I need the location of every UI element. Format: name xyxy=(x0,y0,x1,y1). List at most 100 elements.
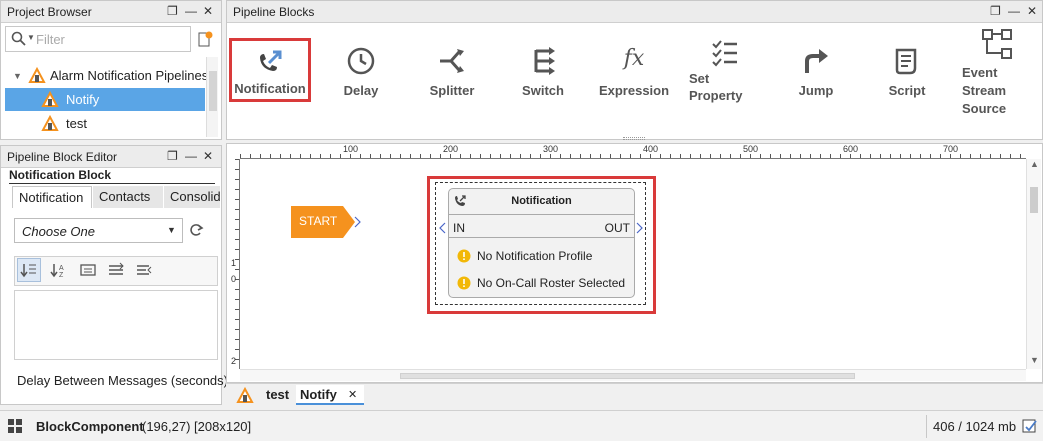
block-label: Notification xyxy=(234,81,306,96)
tree-item-label: test xyxy=(66,116,87,131)
ruler-label: 100 xyxy=(343,144,359,154)
notification-block[interactable]: Notification IN OUT No Notification Prof… xyxy=(448,188,635,298)
minimize-icon[interactable]: — xyxy=(185,149,197,163)
jump-arrow-icon xyxy=(801,46,831,76)
tree-expand-icon[interactable]: ▼ xyxy=(13,71,22,81)
warning-icon xyxy=(457,249,471,263)
block-title: Notification xyxy=(511,195,572,207)
pipeline-blocks-title: Pipeline Blocks xyxy=(233,5,315,19)
block-editor-header: Pipeline Block Editor ❐ — ✕ xyxy=(1,146,221,168)
phone-arrow-icon xyxy=(255,49,285,77)
block-label: Event Stream Source xyxy=(962,65,1007,116)
scroll-up-icon[interactable]: ▲ xyxy=(1030,159,1039,169)
canvas-vscrollbar[interactable]: ▲ ▼ xyxy=(1026,159,1041,369)
in-label: IN xyxy=(453,221,465,235)
tab-test[interactable]: test xyxy=(266,387,289,402)
pipeline-blocks-header: Pipeline Blocks ❐ — ✕ xyxy=(227,1,1042,23)
svg-text:Z: Z xyxy=(59,272,64,279)
status-divider xyxy=(926,415,927,438)
new-item-icon[interactable] xyxy=(197,30,213,48)
search-icon xyxy=(11,31,27,47)
out-port[interactable] xyxy=(636,222,644,234)
ruler-label: 600 xyxy=(843,144,859,154)
block-set-property-button[interactable]: Set Property xyxy=(684,26,766,103)
project-browser-header: Project Browser ❐ — ✕ xyxy=(1,1,221,23)
block-expression-button[interactable]: fx Expression xyxy=(593,26,675,100)
project-browser-title: Project Browser xyxy=(7,5,92,19)
start-label: START xyxy=(299,214,338,228)
block-script-button[interactable]: Script xyxy=(866,26,948,100)
block-notification-button[interactable]: Notification xyxy=(229,38,311,102)
close-icon[interactable]: ✕ xyxy=(348,388,357,401)
minimize-icon[interactable]: — xyxy=(1008,4,1020,18)
tree-item-label: Notify xyxy=(66,92,100,107)
close-icon[interactable]: ✕ xyxy=(203,149,213,163)
chevron-down-icon: ▼ xyxy=(167,225,176,235)
panel-resize-grip[interactable] xyxy=(623,137,645,140)
minimize-icon[interactable]: — xyxy=(185,4,197,18)
filter-placeholder: Filter xyxy=(36,32,65,47)
block-switch-button[interactable]: Switch xyxy=(502,26,584,100)
warning-icon xyxy=(457,276,471,290)
tab-contacts[interactable]: Contacts xyxy=(93,186,163,208)
close-icon[interactable]: ✕ xyxy=(1027,4,1037,18)
block-label: Delay xyxy=(343,83,379,98)
start-block[interactable]: START xyxy=(291,206,355,238)
memory-icon[interactable] xyxy=(1022,418,1038,434)
warning-text: No Notification Profile xyxy=(477,249,593,263)
tree-item-notify[interactable]: Notify xyxy=(5,88,205,111)
checklist-icon xyxy=(710,38,740,68)
description-icon[interactable] xyxy=(78,260,98,280)
warning-row: No Notification Profile xyxy=(457,247,632,267)
fx-icon: fx xyxy=(623,46,645,71)
expand-all-icon[interactable] xyxy=(106,260,126,280)
tab-notify[interactable]: Notify ✕ xyxy=(296,385,364,405)
restore-icon[interactable]: ❐ xyxy=(167,4,178,18)
vruler-label: 1 xyxy=(231,258,237,268)
start-output-port[interactable] xyxy=(354,216,362,228)
tree-root-label[interactable]: Alarm Notification Pipelines xyxy=(50,68,208,83)
restore-icon[interactable]: ❐ xyxy=(167,149,178,163)
block-editor-title: Pipeline Block Editor xyxy=(7,150,118,164)
block-header: Notification xyxy=(449,189,634,215)
block-label: Expression xyxy=(598,83,670,98)
filter-input[interactable]: ▼ Filter xyxy=(5,26,191,52)
splitter-icon xyxy=(437,46,467,76)
close-icon[interactable]: ✕ xyxy=(203,4,213,18)
profile-select[interactable]: Choose One ▼ xyxy=(14,218,183,243)
clock-icon xyxy=(346,46,376,76)
chevron-down-icon: ▼ xyxy=(27,33,35,42)
tree-scrollbar[interactable] xyxy=(206,57,218,137)
ruler-label: 200 xyxy=(443,144,459,154)
block-splitter-button[interactable]: Splitter xyxy=(411,26,493,100)
scroll-thumb[interactable] xyxy=(400,373,855,379)
in-port[interactable] xyxy=(439,222,447,234)
canvas-hscrollbar[interactable] xyxy=(240,369,1026,381)
block-jump-button[interactable]: Jump xyxy=(775,26,857,100)
scroll-thumb[interactable] xyxy=(1030,187,1038,213)
vruler-label: 0 xyxy=(231,274,237,284)
warning-row: No On-Call Roster Selected xyxy=(457,274,632,294)
tab-notification[interactable]: Notification xyxy=(12,186,92,208)
grid-menu-icon[interactable] xyxy=(8,419,22,433)
event-stream-icon xyxy=(981,28,1013,60)
block-io-row: IN OUT xyxy=(449,216,634,238)
tab-consolidation[interactable]: Consolid xyxy=(164,186,220,208)
svg-text:A: A xyxy=(59,265,64,272)
pipeline-icon xyxy=(236,387,254,405)
block-event-stream-button[interactable]: Event Stream Source xyxy=(957,26,1037,122)
restore-icon[interactable]: ❐ xyxy=(990,4,1001,18)
scroll-down-icon[interactable]: ▼ xyxy=(1030,355,1039,365)
tree-item-test[interactable]: test xyxy=(5,112,205,135)
collapse-all-icon[interactable] xyxy=(134,260,154,280)
property-table[interactable] xyxy=(14,290,218,360)
pipeline-icon xyxy=(41,115,59,133)
refresh-icon[interactable] xyxy=(188,222,204,238)
sort-categorized-icon[interactable] xyxy=(17,258,41,282)
pipeline-icon xyxy=(41,91,59,109)
vruler-label: 2 xyxy=(231,356,237,366)
block-label: Set Property xyxy=(689,71,743,103)
sort-alpha-icon[interactable]: AZ xyxy=(48,260,68,280)
ruler-label: 700 xyxy=(943,144,959,154)
block-delay-button[interactable]: Delay xyxy=(320,26,402,100)
